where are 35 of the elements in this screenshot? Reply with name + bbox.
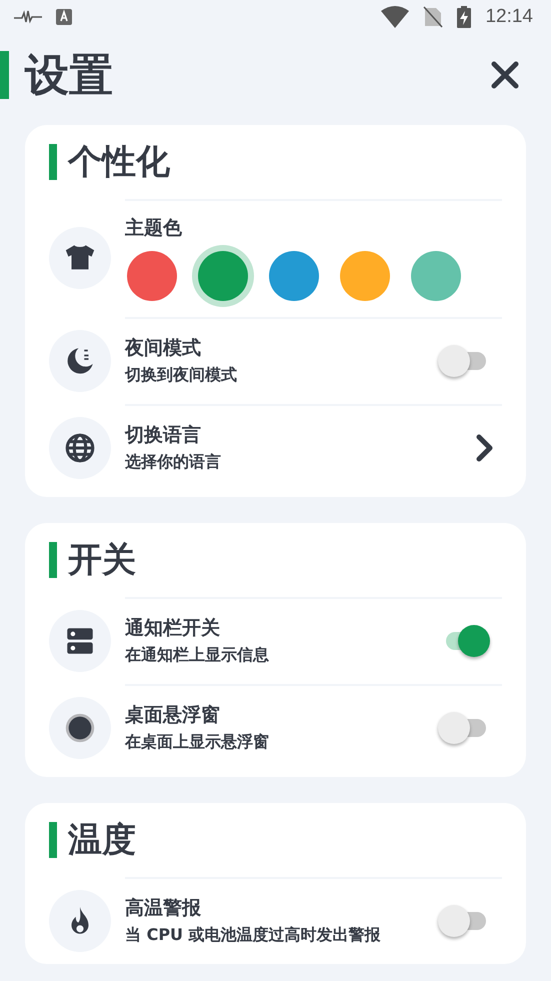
accent-bar: [49, 542, 57, 578]
color-swatch[interactable]: [269, 251, 319, 301]
section-title: 个性化: [68, 141, 170, 184]
section-title: 温度: [68, 819, 136, 862]
color-swatch[interactable]: [127, 251, 177, 301]
wifi-icon: [381, 6, 410, 28]
color-swatch[interactable]: [411, 251, 461, 301]
clock-time: 12:14: [485, 6, 533, 28]
setting-title: 夜间模式: [125, 336, 202, 361]
accent-bar: [49, 822, 57, 858]
no-sim-icon: [423, 6, 444, 28]
setting-title: 高温警报: [125, 896, 202, 921]
accent-bar: [49, 144, 57, 180]
page-title: 设置: [25, 48, 113, 103]
setting-description: 当 CPU 或电池温度过高时发出警报: [125, 925, 382, 946]
setting-title: 通知栏开关: [125, 616, 221, 641]
accent-bar: [0, 51, 9, 100]
color-swatch[interactable]: [198, 251, 248, 301]
battery-charging-icon: [457, 6, 472, 28]
setting-description: 在桌面上显示悬浮窗: [125, 732, 270, 753]
toggle-switch[interactable]: [438, 712, 488, 744]
toggle-switch[interactable]: [438, 904, 488, 936]
setting-description: 在通知栏上显示信息: [125, 645, 270, 666]
keyboard-app-icon: [56, 9, 72, 26]
toggle-switch[interactable]: [438, 344, 488, 376]
setting-title: 主题色: [125, 216, 183, 241]
close-button[interactable]: [489, 59, 521, 92]
setting-description: 选择你的语言: [125, 452, 222, 473]
setting-title: 桌面悬浮窗: [125, 703, 221, 728]
setting-title: 切换语言: [125, 423, 202, 448]
color-swatch[interactable]: [340, 251, 390, 301]
setting-description: 切换到夜间模式: [125, 365, 238, 386]
globe-icon: [63, 430, 97, 464]
pulse-icon: [14, 10, 42, 24]
section-title: 开关: [68, 539, 136, 582]
